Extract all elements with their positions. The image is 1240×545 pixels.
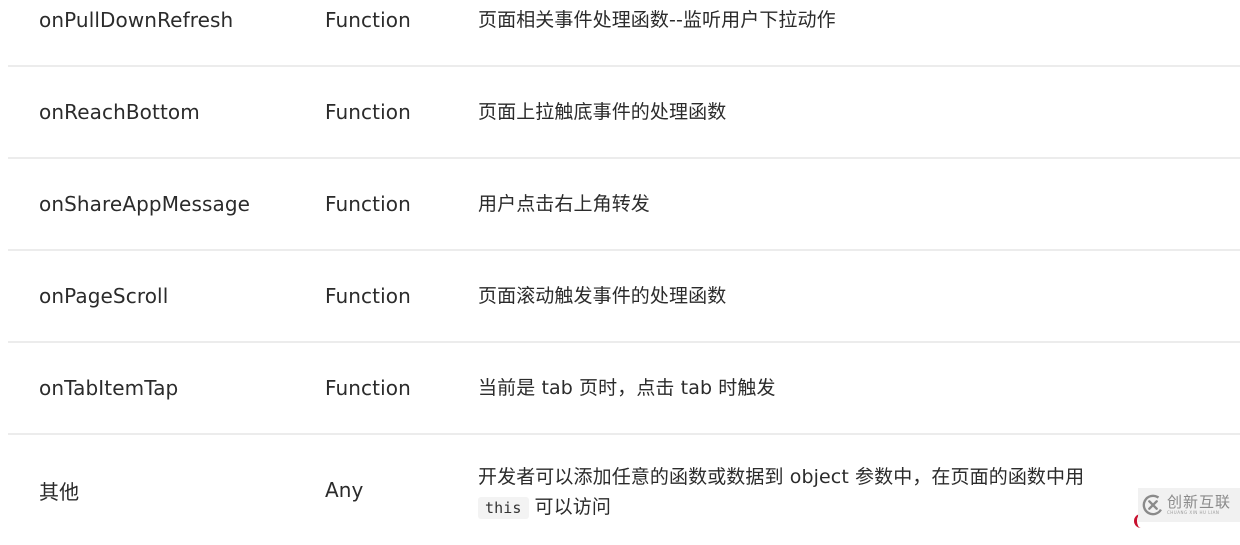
property-name: onShareAppMessage [39, 192, 251, 216]
table-row: 其他 Any 开发者可以添加任意的函数或数据到 object 参数中，在页面的函… [8, 435, 1240, 545]
table-row: onShareAppMessage Function 用户点击右上角转发 [8, 159, 1240, 251]
property-type: Function [325, 192, 411, 216]
table-row: onTabItemTap Function 当前是 tab 页时，点击 tab … [8, 343, 1240, 435]
table-row: onReachBottom Function 页面上拉触底事件的处理函数 [8, 67, 1240, 159]
inline-code: this [478, 496, 529, 519]
table-row: onPullDownRefresh Function 页面相关事件处理函数--监… [8, 0, 1240, 67]
property-name: onReachBottom [39, 100, 200, 124]
property-type: Function [325, 8, 411, 32]
property-type: Function [325, 284, 411, 308]
property-type: Function [325, 100, 411, 124]
table-row: onPageScroll Function 页面滚动触发事件的处理函数 [8, 251, 1240, 343]
property-type: Any [325, 478, 364, 502]
property-name: 其他 [39, 479, 80, 504]
property-description: 当前是 tab 页时，点击 tab 时触发 [478, 377, 776, 399]
property-description: 用户点击右上角转发 [478, 193, 650, 215]
property-description: 页面上拉触底事件的处理函数 [478, 101, 727, 123]
description-text: 开发者可以添加任意的函数或数据到 object 参数中，在页面的函数中用 [478, 465, 1085, 488]
property-name: onPageScroll [39, 284, 169, 308]
property-type: Function [325, 376, 411, 400]
chuangxin-logo-icon [1142, 494, 1164, 516]
api-table: onPullDownRefresh Function 页面相关事件处理函数--监… [8, 0, 1240, 545]
watermark-text: 创新互联 [1167, 493, 1232, 511]
property-description: 开发者可以添加任意的函数或数据到 object 参数中，在页面的函数中用 thi… [478, 435, 1198, 545]
watermark-subtext: CHUANG XIN HU LIAN [1167, 510, 1220, 515]
watermark: 创新互联 CHUANG XIN HU LIAN [1138, 488, 1240, 522]
description-text-after-code: 可以访问 [534, 495, 611, 518]
property-name: onPullDownRefresh [39, 8, 234, 32]
property-description: 页面相关事件处理函数--监听用户下拉动作 [478, 9, 836, 31]
property-description: 页面滚动触发事件的处理函数 [478, 285, 727, 307]
property-name: onTabItemTap [39, 376, 179, 400]
